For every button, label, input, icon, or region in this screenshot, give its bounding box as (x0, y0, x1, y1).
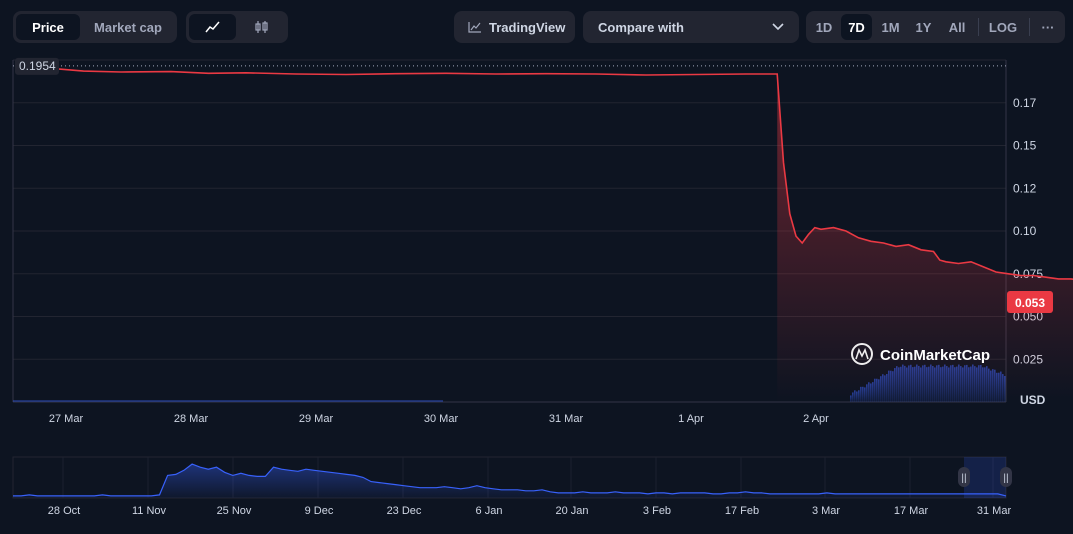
open-price-label: 0.1954 (19, 59, 56, 73)
x-tick-label: 31 Mar (549, 413, 584, 425)
price-chart[interactable]: 0.0250.0500.0750.100.120.150.1727 Mar28 … (0, 0, 1073, 534)
navigator-tick-label: 11 Nov (132, 505, 167, 517)
x-tick-label: 27 Mar (49, 413, 84, 425)
y-tick-label: 0.12 (1013, 181, 1037, 195)
current-price-label: 0.053 (1015, 296, 1045, 310)
x-tick-label: 28 Mar (174, 413, 209, 425)
navigator-tick-label: 17 Feb (725, 505, 759, 517)
y-tick-label: 0.15 (1013, 139, 1037, 153)
x-tick-label: 2 Apr (803, 413, 829, 425)
watermark-text: CoinMarketCap (880, 347, 990, 364)
volume-bar (13, 400, 443, 402)
y-tick-label: 0.17 (1013, 96, 1037, 110)
navigator-tick-label: 9 Dec (305, 505, 334, 517)
navigator-tick-label: 28 Oct (48, 505, 80, 517)
navigator-selection[interactable] (964, 457, 1006, 498)
navigator-tick-label: 25 Nov (217, 505, 252, 517)
navigator-tick-label: 31 Mar (977, 505, 1012, 517)
navigator-tick-label: 23 Dec (387, 505, 422, 517)
navigator-tick-label: 3 Feb (643, 505, 671, 517)
x-tick-label: 1 Apr (678, 413, 704, 425)
navigator-handle-grip: || (1003, 473, 1008, 484)
navigator-handle-grip: || (961, 473, 966, 484)
x-tick-label: 29 Mar (299, 413, 334, 425)
currency-label: USD (1020, 393, 1046, 407)
y-tick-label: 0.10 (1013, 224, 1037, 238)
navigator-tick-label: 17 Mar (894, 505, 929, 517)
navigator-tick-label: 20 Jan (555, 505, 588, 517)
x-tick-label: 30 Mar (424, 413, 459, 425)
navigator-tick-label: 6 Jan (476, 505, 503, 517)
navigator-tick-label: 3 Mar (812, 505, 840, 517)
